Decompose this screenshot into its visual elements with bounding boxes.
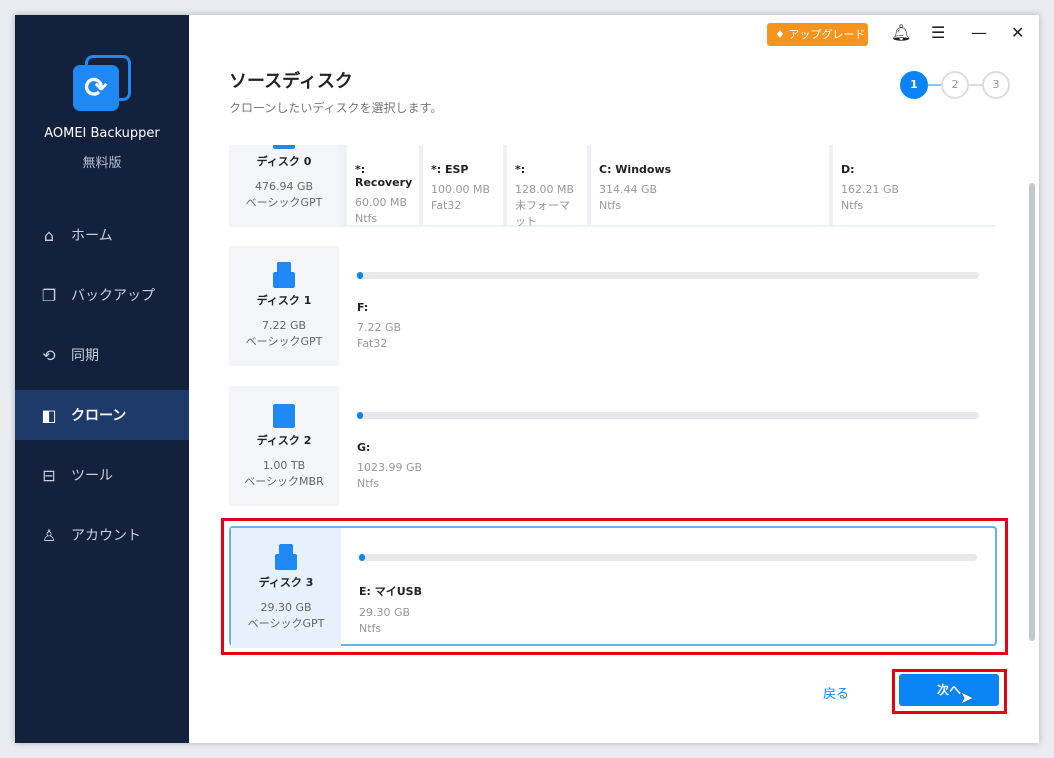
minimize-icon[interactable]: — xyxy=(971,23,987,42)
upgrade-label: アップグレード xyxy=(788,28,866,41)
step-3: 3 xyxy=(982,71,1010,99)
step-1: 1 xyxy=(900,71,928,99)
app-name: AOMEI Backupper xyxy=(44,126,160,141)
back-button[interactable]: 戻る xyxy=(823,683,849,702)
partition-fs: Ntfs xyxy=(357,477,380,490)
sidebar-item-sync[interactable]: ⟲ 同期 xyxy=(15,330,189,380)
step-connector xyxy=(928,84,942,86)
disk-icon xyxy=(273,145,295,149)
app-logo-icon: ⟳ xyxy=(73,55,131,113)
partition-size: 128.00 MB xyxy=(515,183,575,196)
disk-card-0[interactable]: ディスク 0 476.94 GB ベーシックGPT *: Recovery 60.… xyxy=(229,145,997,228)
sidebar-item-tools[interactable]: ⊟ ツール xyxy=(15,450,189,500)
home-icon: ⌂ xyxy=(43,225,55,245)
close-icon[interactable]: ✕ xyxy=(1011,23,1024,42)
disk-name: ディスク 1 xyxy=(256,294,312,307)
step-2: 2 xyxy=(941,71,969,99)
usage-bar xyxy=(357,272,979,279)
disk-type: ベーシックGPT xyxy=(245,196,323,209)
sidebar-item-label: ツール xyxy=(71,468,113,484)
partition-fs: Ntfs xyxy=(355,212,378,225)
partition-size: 314.44 GB xyxy=(599,183,658,196)
partition[interactable]: G: 1023.99 GB Ntfs xyxy=(339,386,997,506)
disk-card-2[interactable]: ディスク 2 1.00 TB ベーシックMBR G: 1023.99 GB Ntfs xyxy=(229,386,997,506)
partition-name: D: xyxy=(841,163,855,176)
clone-icon: ◧ xyxy=(41,405,57,425)
partition-name: *: ESP xyxy=(431,163,469,176)
sidebar: ⟳ AOMEI Backupper 無料版 ⌂ ホーム ❐ バックアップ ⟲ 同期 ◧… xyxy=(15,15,189,743)
disk-size: 476.94 GB xyxy=(254,180,314,193)
diamond-icon: ♦ xyxy=(775,28,789,41)
app-edition: 無料版 xyxy=(82,156,122,171)
sidebar-item-label: 同期 xyxy=(71,348,99,364)
main-panel: ♦ アップグレード 🔔︎ ☰ — ✕ ソースディスク クローンしたいディスクを選… xyxy=(189,15,1039,743)
usb-drive-icon xyxy=(273,262,295,288)
app-window: ⟳ AOMEI Backupper 無料版 ⌂ ホーム ❐ バックアップ ⟲ 同期 ◧… xyxy=(15,15,1039,743)
upgrade-button[interactable]: ♦ アップグレード xyxy=(767,23,868,46)
partition-fs: Ntfs xyxy=(841,199,864,212)
partition[interactable]: D: 162.21 GB Ntfs xyxy=(833,145,997,225)
sidebar-item-label: アカウント xyxy=(71,528,141,544)
sidebar-item-account[interactable]: ♙ アカウント xyxy=(15,510,189,560)
partition-name: F: xyxy=(357,301,369,314)
bell-icon[interactable]: 🔔︎ xyxy=(891,23,911,42)
partition-fs: Fat32 xyxy=(431,199,462,212)
account-icon: ♙ xyxy=(41,525,57,545)
sync-icon: ⟲ xyxy=(42,345,56,365)
partition-size: 7.22 GB xyxy=(357,321,402,334)
disk-type: ベーシックGPT xyxy=(245,335,323,348)
partition-name: *: Recovery xyxy=(355,163,413,189)
disk-card-1[interactable]: ディスク 1 7.22 GB ベーシックGPT F: 7.22 GB Fat32 xyxy=(229,246,997,366)
partition-size: 162.21 GB xyxy=(841,183,900,196)
disk-info: ディスク 0 476.94 GB ベーシックGPT xyxy=(229,145,339,227)
hard-disk-icon xyxy=(273,402,295,428)
usage-bar xyxy=(357,412,979,419)
disk-size: 7.22 GB xyxy=(261,319,307,332)
page-subtitle: クローンしたいディスクを選択します。 xyxy=(229,101,443,115)
backup-icon: ❐ xyxy=(41,285,57,305)
partition-size: 100.00 MB xyxy=(431,183,491,196)
sidebar-item-backup[interactable]: ❐ バックアップ xyxy=(15,270,189,320)
partition[interactable]: C: Windows 314.44 GB Ntfs xyxy=(591,145,829,225)
disk-name: ディスク 0 xyxy=(256,155,312,168)
sidebar-item-label: バックアップ xyxy=(71,288,155,304)
disk-info: ディスク 2 1.00 TB ベーシックMBR xyxy=(229,386,339,506)
selection-highlight xyxy=(221,518,1008,655)
sidebar-item-clone[interactable]: ◧ クローン xyxy=(15,390,189,440)
scrollbar[interactable] xyxy=(1029,183,1035,641)
mouse-cursor-icon: ➤ xyxy=(960,688,974,707)
partition-name: *: xyxy=(515,163,526,176)
partition-name: G: xyxy=(357,441,371,454)
menu-icon[interactable]: ☰ xyxy=(931,23,945,42)
partition[interactable]: *: ESP 100.00 MB Fat32 xyxy=(423,145,503,225)
sidebar-item-label: クローン xyxy=(71,408,127,424)
partition[interactable]: F: 7.22 GB Fat32 xyxy=(339,246,997,366)
next-button[interactable]: 次へ xyxy=(899,674,999,706)
partition[interactable]: *: 128.00 MB 未フォーマット xyxy=(507,145,587,228)
sidebar-item-home[interactable]: ⌂ ホーム xyxy=(15,210,189,260)
partition-fs: Fat32 xyxy=(357,337,388,350)
disk-size: 1.00 TB xyxy=(262,459,306,472)
step-connector xyxy=(969,84,983,86)
sidebar-item-label: ホーム xyxy=(71,228,113,244)
disk-info: ディスク 1 7.22 GB ベーシックGPT xyxy=(229,246,339,366)
partition[interactable]: *: Recovery 60.00 MB Ntfs xyxy=(347,145,419,225)
partition-fs: Ntfs xyxy=(599,199,622,212)
page-title: ソースディスク xyxy=(229,71,353,92)
partition-fs: 未フォーマット xyxy=(515,199,570,228)
partition-size: 1023.99 GB xyxy=(357,461,423,474)
tools-icon: ⊟ xyxy=(42,465,56,485)
disk-type: ベーシックMBR xyxy=(244,475,324,488)
partition-name: C: Windows xyxy=(599,163,672,176)
partition-size: 60.00 MB xyxy=(355,196,408,209)
disk-name: ディスク 2 xyxy=(256,434,312,447)
